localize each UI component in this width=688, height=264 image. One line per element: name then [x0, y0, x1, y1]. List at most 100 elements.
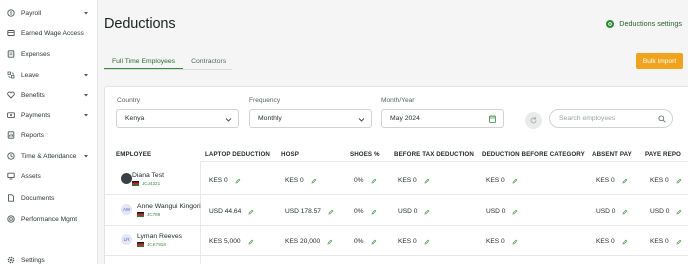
column-header-employee[interactable]: EMPLOYEE — [116, 151, 151, 158]
cell-value: USD 0 — [650, 208, 670, 215]
sidebar-item-earned-wage-access[interactable]: Earned Wage Access — [0, 25, 98, 41]
sidebar-item-reports[interactable]: Reports — [0, 127, 98, 143]
cell-value: KES 20,000 — [285, 238, 321, 245]
sidebar-item-label: Payments — [21, 111, 51, 119]
month-year-value: May 2024 — [390, 115, 420, 122]
edit-icon[interactable] — [676, 239, 682, 245]
frequency-value: Monthly — [258, 115, 282, 122]
edit-icon[interactable] — [622, 178, 628, 184]
edit-icon[interactable] — [371, 239, 377, 245]
cell-deduction-before-category[interactable]: KES 0 — [486, 177, 518, 184]
avatar: AW — [121, 204, 132, 215]
edit-icon[interactable] — [676, 178, 682, 184]
kenya-flag-icon — [137, 212, 144, 217]
sidebar-item-leave[interactable]: Leave — [0, 67, 98, 83]
column-header-deduction-before-category[interactable]: DEDUCTION BEFORE CATEGORY — [482, 151, 585, 158]
edit-icon[interactable] — [235, 178, 241, 184]
employee-name[interactable]: Lyman Reeves — [137, 233, 182, 240]
column-header-before-tax-deduction[interactable]: BEFORE TAX DEDUCTION — [394, 151, 474, 158]
cell-value: 0% — [354, 177, 364, 184]
edit-icon[interactable] — [512, 209, 518, 215]
sidebar-item-payroll[interactable]: $ Payroll — [0, 5, 98, 21]
cell-absent-pay[interactable]: KES 0 — [596, 177, 628, 184]
column-header-absent-pay[interactable]: ABSENT PAY — [592, 151, 632, 158]
edit-icon[interactable] — [248, 209, 254, 215]
employee-id-text: JCJ4321 — [142, 181, 161, 186]
cell-laptop-deduction[interactable]: KES 5,000 — [209, 238, 254, 245]
cell-laptop-deduction[interactable]: KES 0 — [209, 177, 241, 184]
documents-icon — [7, 194, 15, 202]
edit-icon[interactable] — [622, 209, 628, 215]
column-header-shoes[interactable]: SHOES % — [350, 151, 380, 158]
country-select[interactable]: Kenya — [116, 109, 239, 128]
tab-contractors[interactable]: Contractors — [183, 54, 234, 69]
cell-deduction-before-category[interactable]: USD 0 — [486, 208, 518, 215]
column-header-hosp[interactable]: HOSP — [281, 151, 299, 158]
edit-icon[interactable] — [676, 209, 682, 215]
column-header-paye-repo[interactable]: PAYE REPO — [645, 151, 681, 158]
edit-icon[interactable] — [327, 239, 333, 245]
edit-icon[interactable] — [424, 209, 430, 215]
sidebar-item-time-attendance[interactable]: Time & Attendance — [0, 148, 98, 164]
frequency-label: Frequency — [249, 97, 281, 104]
bulk-import-button[interactable]: Bulk Import — [636, 53, 683, 69]
refresh-button[interactable] — [525, 112, 542, 129]
sidebar-item-label: Settings — [21, 256, 45, 264]
cell-value: USD 0 — [486, 208, 506, 215]
cell-hosp[interactable]: USD 178.57 — [285, 208, 334, 215]
cell-value: KES 0 — [650, 177, 669, 184]
cell-absent-pay[interactable]: KES 0 — [596, 238, 628, 245]
sidebar-item-label: Time & Attendance — [21, 152, 77, 160]
cell-paye-repo[interactable]: KES 0 — [650, 238, 682, 245]
sidebar-item-expenses[interactable]: Expenses — [0, 46, 98, 62]
employee-id-text: JCK7918 — [147, 242, 166, 247]
cell-laptop-deduction[interactable]: USD 44.64 — [209, 208, 254, 215]
edit-icon[interactable] — [424, 239, 430, 245]
sidebar-item-payments[interactable]: Payments — [0, 107, 98, 123]
edit-icon[interactable] — [371, 209, 377, 215]
cell-value: KES 0 — [486, 238, 505, 245]
cell-shoes[interactable]: 0% — [354, 177, 377, 184]
cell-deduction-before-category[interactable]: KES 0 — [486, 238, 518, 245]
tab-full-time-employees[interactable]: Full Time Employees — [104, 54, 184, 69]
edit-icon[interactable] — [371, 178, 377, 184]
cell-paye-repo[interactable]: USD 0 — [650, 208, 682, 215]
sidebar-item-settings[interactable]: Settings — [0, 252, 98, 264]
column-header-laptop-deduction[interactable]: LAPTOP DEDUCTION — [205, 151, 270, 158]
sidebar: $ Payroll Earned Wage Access Expenses Le… — [0, 0, 98, 264]
sidebar-item-documents[interactable]: Documents — [0, 190, 98, 206]
performance-icon — [7, 215, 15, 223]
cell-value: 0% — [354, 208, 364, 215]
edit-icon[interactable] — [311, 178, 317, 184]
cell-absent-pay[interactable]: USD 0 — [596, 208, 628, 215]
deductions-settings-label: Deductions settings — [619, 19, 682, 28]
sidebar-item-benefits[interactable]: Benefits — [0, 87, 98, 103]
chevron-down-icon — [358, 118, 365, 122]
row-divider — [105, 255, 688, 256]
month-year-picker[interactable]: May 2024 — [381, 109, 504, 128]
cell-shoes[interactable]: 0% — [354, 238, 377, 245]
edit-icon[interactable] — [622, 239, 628, 245]
cell-before-tax-deduction[interactable]: KES 0 — [398, 177, 430, 184]
sidebar-item-assets[interactable]: Assets — [0, 168, 98, 184]
cell-paye-repo[interactable]: KES 0 — [650, 177, 682, 184]
employee-name[interactable]: Anne Wangui Kingori — [137, 203, 201, 210]
edit-icon[interactable] — [248, 239, 254, 245]
frequency-select[interactable]: Monthly — [249, 109, 372, 128]
cell-hosp[interactable]: KES 0 — [285, 177, 317, 184]
cell-before-tax-deduction[interactable]: KES 0 — [398, 238, 430, 245]
edit-icon[interactable] — [424, 178, 430, 184]
employee-name[interactable]: Diana Test — [132, 172, 164, 179]
cell-value: USD 0 — [398, 208, 418, 215]
deductions-settings-link[interactable]: Deductions settings — [606, 19, 682, 28]
cell-shoes[interactable]: 0% — [354, 208, 377, 215]
cell-hosp[interactable]: KES 20,000 — [285, 238, 333, 245]
edit-icon[interactable] — [512, 239, 518, 245]
sidebar-item-performance-mgmt[interactable]: Performance Mgmt — [0, 211, 98, 227]
cell-before-tax-deduction[interactable]: USD 0 — [398, 208, 430, 215]
search-employees-field[interactable]: Search employees — [549, 109, 673, 128]
edit-icon[interactable] — [512, 178, 518, 184]
employee-id: JC789 — [137, 212, 160, 217]
edit-icon[interactable] — [328, 209, 334, 215]
employee-id: JCK7918 — [137, 242, 166, 247]
